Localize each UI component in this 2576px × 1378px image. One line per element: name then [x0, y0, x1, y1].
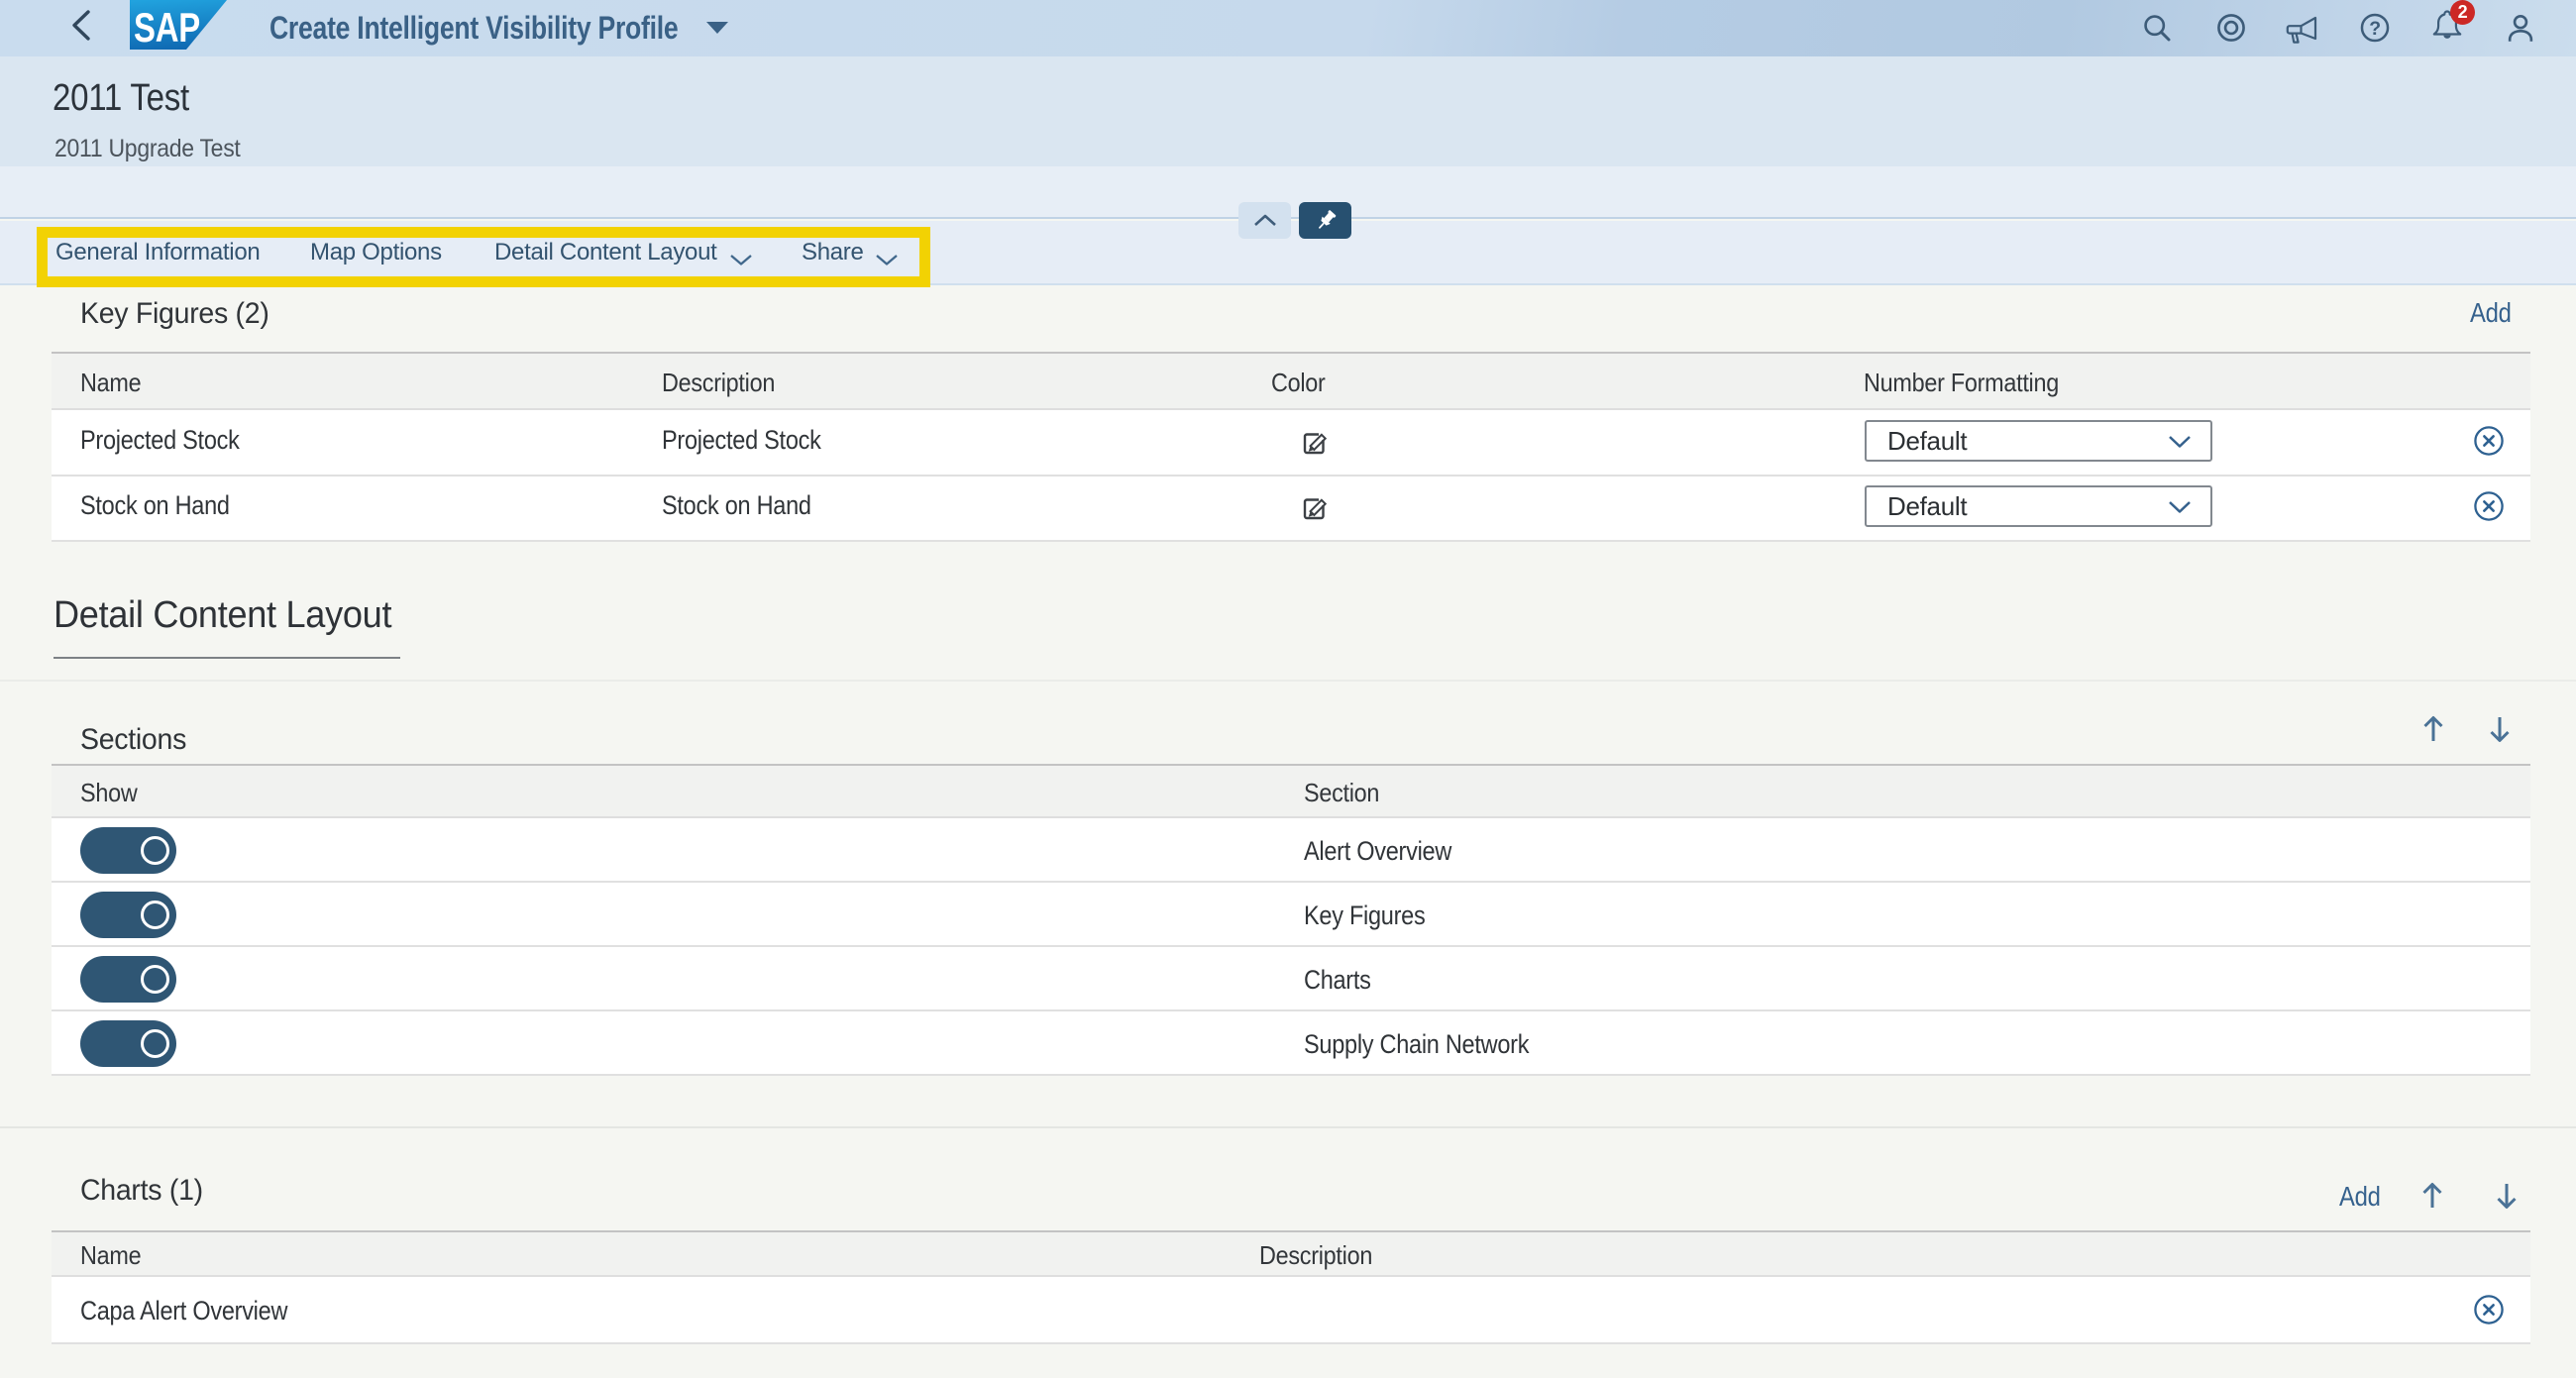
svg-text:SAP: SAP — [134, 4, 200, 50]
svg-text:?: ? — [2369, 18, 2381, 40]
